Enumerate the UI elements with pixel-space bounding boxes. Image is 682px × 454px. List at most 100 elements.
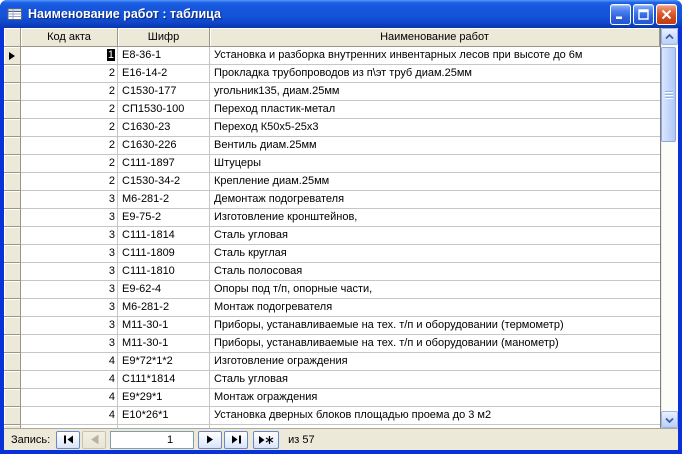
table-row[interactable]: 3 М11-30-1 Приборы, устанавливаемые на т… bbox=[4, 335, 660, 353]
table-row[interactable]: 3 Е9-62-4 Опоры под т/п, опорные части, bbox=[4, 281, 660, 299]
column-header-shifr[interactable]: Шифр bbox=[118, 28, 210, 47]
row-selector[interactable] bbox=[4, 173, 21, 191]
cell-kod-akta[interactable]: 2 bbox=[21, 137, 118, 155]
cell-shifr[interactable]: Е16-14-2 bbox=[118, 65, 210, 83]
cell-kod-akta[interactable]: 2 bbox=[21, 119, 118, 137]
cell-naimenovanie[interactable]: Опоры под т/п, опорные части, bbox=[210, 281, 660, 299]
table-row[interactable]: 2 С1630-226 Вентиль диам.25мм bbox=[4, 137, 660, 155]
cell-shifr[interactable]: М6-281-2 bbox=[118, 191, 210, 209]
cell-shifr[interactable]: С111-1809 bbox=[118, 245, 210, 263]
row-selector[interactable] bbox=[4, 245, 21, 263]
row-selector[interactable] bbox=[4, 191, 21, 209]
select-all-header[interactable] bbox=[4, 28, 21, 47]
scroll-up-button[interactable] bbox=[661, 28, 678, 45]
cell-shifr[interactable]: С1530-177 bbox=[118, 83, 210, 101]
row-selector[interactable] bbox=[4, 317, 21, 335]
cell-kod-akta[interactable]: 2 bbox=[21, 155, 118, 173]
cell-shifr[interactable]: С1630-23 bbox=[118, 119, 210, 137]
titlebar[interactable]: Наименование работ : таблица bbox=[0, 0, 682, 28]
cell-shifr[interactable]: С111-1814 bbox=[118, 227, 210, 245]
scroll-down-button[interactable] bbox=[661, 411, 678, 428]
table-row[interactable]: 2 С1530-177 угольник135, диам.25мм bbox=[4, 83, 660, 101]
cell-kod-akta[interactable]: 3 bbox=[21, 245, 118, 263]
table-row[interactable]: 3 М11-30-1 Приборы, устанавливаемые на т… bbox=[4, 317, 660, 335]
cell-naimenovanie[interactable]: Приборы, устанавливаемые на тех. т/п и о… bbox=[210, 317, 660, 335]
cell-naimenovanie[interactable]: Установка и разборка внутренних инвентар… bbox=[210, 47, 660, 65]
cell-kod-akta[interactable]: 4 bbox=[21, 353, 118, 371]
table-row[interactable]: 4 Е9*72*1*2 Изготовление ограждения bbox=[4, 353, 660, 371]
table-row[interactable]: 4 Е10*26*1 Установка дверных блоков площ… bbox=[4, 407, 660, 425]
row-selector[interactable] bbox=[4, 353, 21, 371]
cell-kod-akta[interactable]: 4 bbox=[21, 371, 118, 389]
row-selector[interactable] bbox=[4, 101, 21, 119]
row-selector[interactable] bbox=[4, 209, 21, 227]
table-row[interactable]: 3 М6-281-2 Монтаж подогревателя bbox=[4, 299, 660, 317]
row-selector[interactable] bbox=[4, 137, 21, 155]
last-record-button[interactable] bbox=[224, 430, 249, 449]
new-record-button[interactable] bbox=[253, 430, 280, 449]
cell-naimenovanie[interactable]: Переход пластик-метал bbox=[210, 101, 660, 119]
cell-naimenovanie[interactable]: Демонтаж подогревателя bbox=[210, 191, 660, 209]
close-button[interactable] bbox=[656, 3, 677, 25]
cell-naimenovanie[interactable]: Сталь угловая bbox=[210, 227, 660, 245]
table-row[interactable]: 2 СП1530-100 Переход пластик-метал bbox=[4, 101, 660, 119]
scrollbar-thumb[interactable] bbox=[661, 47, 676, 142]
table-row[interactable]: 2 С1530-34-2 Крепление диам.25мм bbox=[4, 173, 660, 191]
cell-naimenovanie[interactable]: Монтаж подогревателя bbox=[210, 299, 660, 317]
cell-kod-akta[interactable]: 3 bbox=[21, 263, 118, 281]
row-selector[interactable] bbox=[4, 47, 21, 65]
cell-shifr[interactable]: С1530-34-2 bbox=[118, 173, 210, 191]
cell-naimenovanie[interactable]: Изготовление ограждения bbox=[210, 353, 660, 371]
row-selector[interactable] bbox=[4, 281, 21, 299]
table-row[interactable]: 3 С111-1814 Сталь угловая bbox=[4, 227, 660, 245]
cell-shifr[interactable]: СП1530-100 bbox=[118, 101, 210, 119]
cell-shifr[interactable]: Е9*72*1*2 bbox=[118, 353, 210, 371]
cell-naimenovanie[interactable]: Сталь полосовая bbox=[210, 263, 660, 281]
cell-kod-akta[interactable]: 3 bbox=[21, 299, 118, 317]
cell-kod-akta[interactable]: 3 bbox=[21, 191, 118, 209]
cell-kod-akta[interactable]: 2 bbox=[21, 65, 118, 83]
cell-kod-akta[interactable]: 4 bbox=[21, 389, 118, 407]
cell-naimenovanie[interactable]: Приборы, устанавливаемые на тех. т/п и о… bbox=[210, 335, 660, 353]
cell-shifr[interactable]: М11-30-1 bbox=[118, 335, 210, 353]
table-row[interactable]: 2 С111-1897 Штуцеры bbox=[4, 155, 660, 173]
cell-shifr[interactable]: С1630-226 bbox=[118, 137, 210, 155]
column-header-naimenovanie[interactable]: Наименование работ bbox=[210, 28, 660, 47]
row-selector[interactable] bbox=[4, 389, 21, 407]
cell-shifr[interactable]: С111-1897 bbox=[118, 155, 210, 173]
table-row[interactable]: 4 Е9*29*1 Монтаж ограждения bbox=[4, 389, 660, 407]
cell-shifr[interactable]: М11-30-1 bbox=[118, 317, 210, 335]
cell-kod-akta[interactable]: 2 bbox=[21, 101, 118, 119]
row-selector[interactable] bbox=[4, 155, 21, 173]
cell-kod-akta[interactable]: 3 bbox=[21, 281, 118, 299]
row-selector[interactable] bbox=[4, 83, 21, 101]
minimize-button[interactable] bbox=[610, 3, 631, 25]
cell-kod-akta[interactable]: 3 bbox=[21, 335, 118, 353]
cell-naimenovanie[interactable]: Установка дверных блоков площадью проема… bbox=[210, 407, 660, 425]
column-header-kod-akta[interactable]: Код акта bbox=[21, 28, 118, 47]
previous-record-button[interactable] bbox=[82, 430, 107, 449]
cell-kod-akta[interactable]: 2 bbox=[21, 173, 118, 191]
cell-kod-akta[interactable]: 3 bbox=[21, 209, 118, 227]
cell-naimenovanie[interactable]: Крепление диам.25мм bbox=[210, 173, 660, 191]
cell-shifr[interactable]: С111*1814 bbox=[118, 371, 210, 389]
row-selector[interactable] bbox=[4, 65, 21, 83]
first-record-button[interactable] bbox=[56, 430, 81, 449]
cell-shifr[interactable]: М6-281-2 bbox=[118, 299, 210, 317]
row-selector[interactable] bbox=[4, 263, 21, 281]
cell-shifr[interactable]: Е8-36-1 bbox=[118, 47, 210, 65]
current-record-input[interactable] bbox=[110, 430, 195, 449]
cell-shifr[interactable]: С111-1810 bbox=[118, 263, 210, 281]
table-row[interactable]: 2 Е16-14-2 Прокладка трубопроводов из п\… bbox=[4, 65, 660, 83]
scrollbar-track[interactable] bbox=[661, 45, 678, 411]
maximize-button[interactable] bbox=[633, 3, 654, 25]
row-selector[interactable] bbox=[4, 227, 21, 245]
cell-kod-akta[interactable]: 4 bbox=[21, 407, 118, 425]
cell-naimenovanie[interactable]: Штуцеры bbox=[210, 155, 660, 173]
row-selector[interactable] bbox=[4, 371, 21, 389]
vertical-scrollbar[interactable] bbox=[661, 28, 678, 428]
cell-kod-akta[interactable]: 3 bbox=[21, 317, 118, 335]
cell-naimenovanie[interactable]: Переход К50х5-25х3 bbox=[210, 119, 660, 137]
row-selector[interactable] bbox=[4, 119, 21, 137]
table-row[interactable]: 3 С111-1809 Сталь круглая bbox=[4, 245, 660, 263]
